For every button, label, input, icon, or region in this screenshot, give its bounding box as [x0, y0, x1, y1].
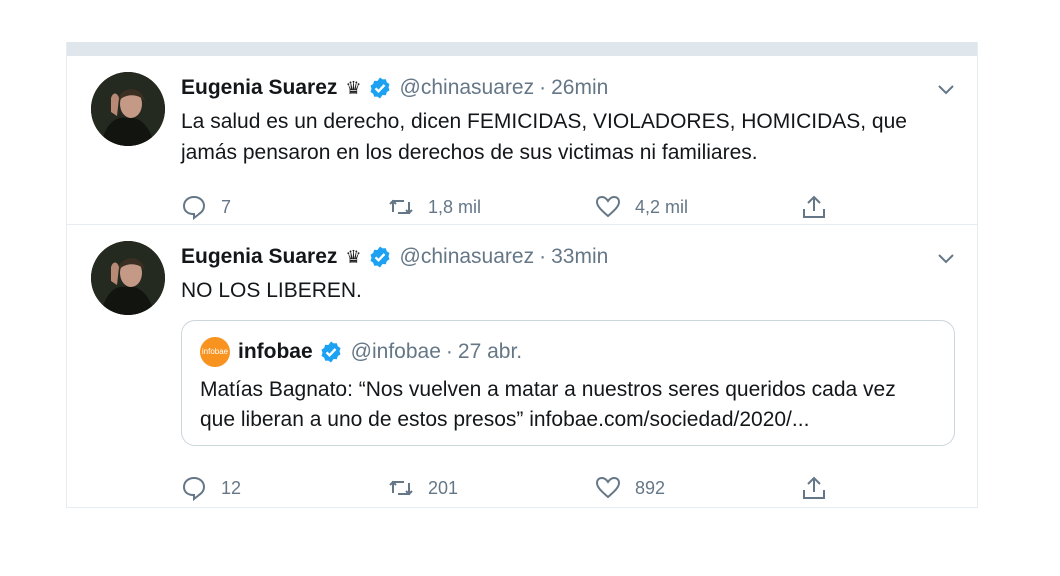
author-handle[interactable]: @chinasuarez — [400, 243, 535, 271]
infobae-logo: infobae — [200, 337, 230, 367]
quoted-text-line: Matías Bagnato: “Nos vuelven a matar a n… — [200, 378, 896, 401]
author-handle[interactable]: @chinasuarez — [400, 74, 535, 102]
like-count: 892 — [635, 477, 666, 498]
retweet-count: 1,8 mil — [428, 196, 482, 217]
like-icon — [595, 476, 621, 499]
like-button[interactable]: 4,2 mil — [595, 194, 688, 220]
retweet-count: 201 — [428, 477, 459, 498]
quoted-author-name: infobae — [238, 340, 313, 363]
tweet-actions: 7 1,8 mil 4,2 mil — [181, 194, 825, 224]
avatar[interactable] — [91, 241, 165, 315]
timestamp[interactable]: 26min — [551, 74, 608, 102]
author-name[interactable]: Eugenia Suarez — [181, 243, 337, 271]
separator: · — [445, 340, 453, 363]
retweet-icon — [389, 199, 413, 215]
tweet-actions: 12 201 892 — [181, 475, 825, 505]
reply-icon — [182, 195, 206, 220]
tweet[interactable]: Eugenia Suarez ♛ @chinasuarez · 33min NO… — [67, 225, 977, 507]
crown-emoji: ♛ — [345, 78, 362, 98]
quoted-tweet-header: infobae infobae @infobae · 27 abr. — [200, 337, 936, 367]
chevron-down-icon[interactable] — [935, 247, 957, 269]
retweet-button[interactable]: 201 — [388, 475, 458, 501]
tweet-text: NO LOS LIBEREN. — [181, 275, 957, 306]
reply-count: 12 — [221, 477, 242, 498]
tweet-header: Eugenia Suarez ♛ @chinasuarez · 26min — [181, 74, 957, 102]
tweet-text-line: NO LOS LIBEREN. — [181, 279, 362, 302]
verified-icon — [370, 77, 390, 99]
reply-button[interactable]: 7 — [181, 194, 231, 220]
share-icon — [803, 476, 825, 499]
verified-icon — [370, 246, 390, 268]
quoted-timestamp: 27 abr. — [457, 340, 523, 363]
tweet-header: Eugenia Suarez ♛ @chinasuarez · 33min — [181, 243, 957, 271]
share-button[interactable] — [801, 194, 827, 220]
quoted-text-line: que liberan a uno de estos presos” infob… — [200, 408, 810, 431]
share-icon — [803, 195, 825, 218]
crown-emoji: ♛ — [345, 247, 362, 267]
tweet-text-line: jamás pensaron en los derechos de sus vi… — [181, 141, 758, 164]
share-button[interactable] — [801, 475, 827, 501]
timestamp[interactable]: 33min — [551, 243, 608, 271]
separator: · — [539, 76, 547, 99]
tweet-text: La salud es un derecho, dicen FEMICIDAS,… — [181, 106, 957, 168]
reply-icon — [182, 476, 206, 501]
chevron-down-icon[interactable] — [935, 78, 957, 100]
tweet[interactable]: Eugenia Suarez ♛ @chinasuarez · 26min La… — [67, 56, 977, 225]
quoted-tweet-text: Matías Bagnato: “Nos vuelven a matar a n… — [200, 375, 936, 435]
retweet-icon — [389, 480, 413, 496]
author-name[interactable]: Eugenia Suarez — [181, 74, 337, 102]
quoted-tweet[interactable]: infobae infobae @infobae · 27 abr. Matía… — [181, 320, 955, 446]
tweet-feed: Eugenia Suarez ♛ @chinasuarez · 26min La… — [66, 42, 978, 508]
reply-button[interactable]: 12 — [181, 475, 241, 501]
separator: · — [539, 245, 547, 268]
quoted-author-handle: @infobae — [350, 340, 441, 363]
like-count: 4,2 mil — [635, 196, 689, 217]
retweet-button[interactable]: 1,8 mil — [388, 194, 481, 220]
verified-icon — [321, 341, 341, 363]
avatar[interactable] — [91, 72, 165, 146]
reply-count: 7 — [221, 196, 232, 217]
tweet-text-line: La salud es un derecho, dicen FEMICIDAS,… — [181, 110, 907, 133]
feed-top-strip — [67, 42, 977, 56]
like-button[interactable]: 892 — [595, 475, 665, 501]
like-icon — [595, 195, 621, 218]
